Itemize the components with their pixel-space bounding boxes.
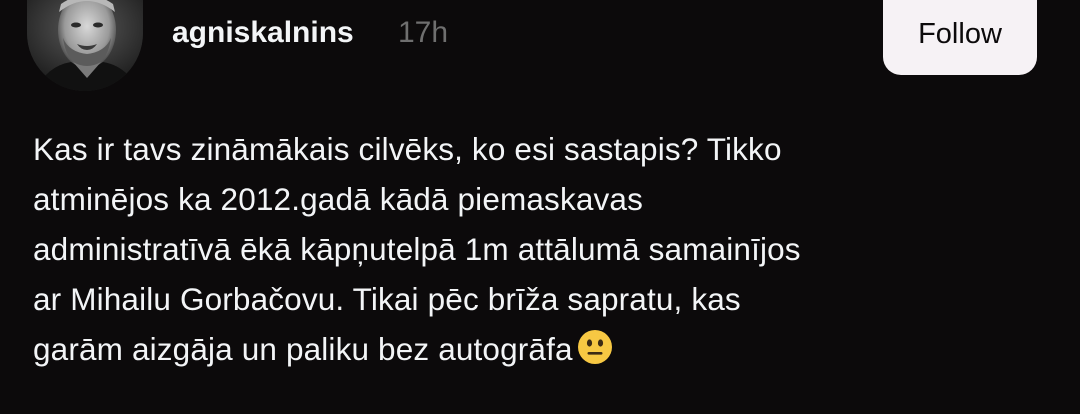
username[interactable]: agniskalnins <box>172 15 354 51</box>
thread-post: agniskalnins 17h Follow Kas ir tavs zinā… <box>0 0 1080 414</box>
post-text: Kas ir tavs zināmākais cilvēks, ko esi s… <box>33 124 1043 379</box>
post-text-line-last: garām aizgāja un paliku bez autogrāfa <box>33 324 1043 379</box>
follow-button[interactable]: Follow <box>883 0 1037 75</box>
post-timestamp: 17h <box>398 16 449 49</box>
avatar-photo <box>27 0 143 91</box>
neutral-face-icon <box>577 329 613 379</box>
post-text-line: administratīvā ēkā kāpņutelpā 1m attālum… <box>33 231 801 267</box>
post-text-line: ar Mihailu Gorbačovu. Tikai pēc brīža sa… <box>33 281 741 317</box>
post-text-line: garām aizgāja un paliku bez autogrāfa <box>33 331 573 367</box>
post-text-line: atminējos ka 2012.gadā kādā piemaskavas <box>33 181 643 217</box>
avatar[interactable] <box>27 0 143 91</box>
post-text-line: Kas ir tavs zināmākais cilvēks, ko esi s… <box>33 131 782 167</box>
